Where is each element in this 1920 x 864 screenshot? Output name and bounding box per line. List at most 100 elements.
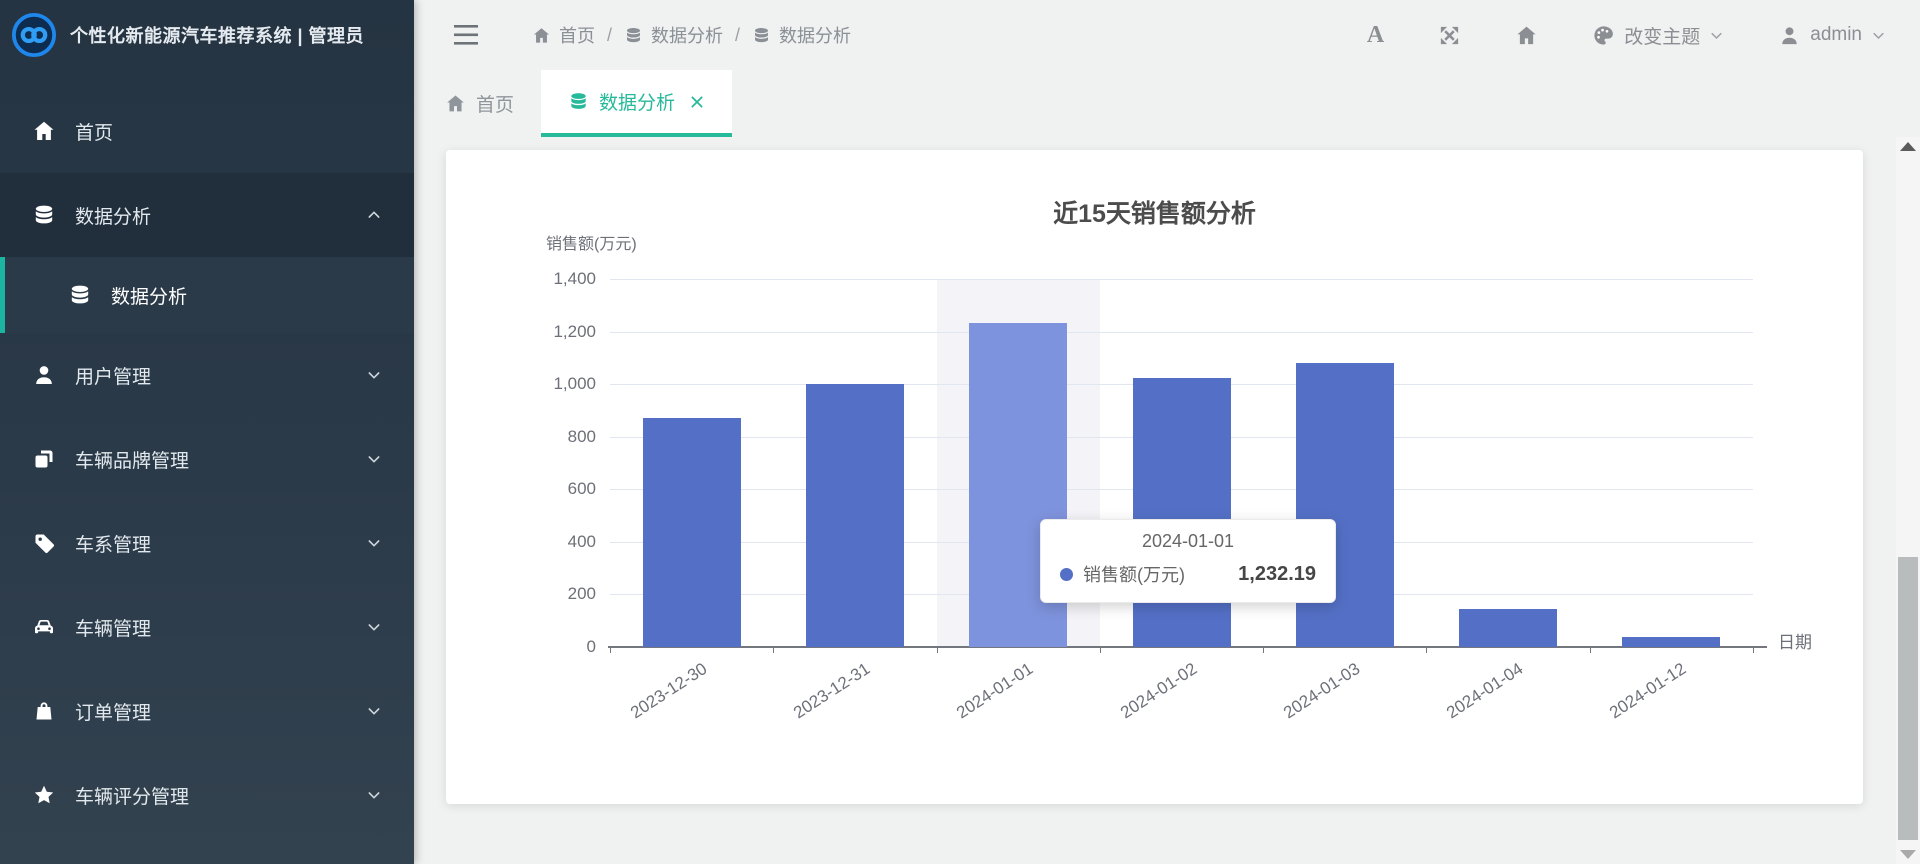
breadcrumb-separator: / xyxy=(735,24,741,45)
tab-data-analysis[interactable]: 数据分析 xyxy=(541,70,733,137)
bar-2024-01-12[interactable] xyxy=(1622,636,1721,647)
user-icon xyxy=(1778,24,1801,47)
vertical-scrollbar xyxy=(1896,137,1920,864)
x-axis-name: 日期 xyxy=(1778,633,1812,652)
scrollbar-thumb[interactable] xyxy=(1898,557,1918,840)
hamburger-menu-icon[interactable] xyxy=(454,25,480,45)
font-size-button[interactable]: A xyxy=(1367,22,1384,49)
sidebar-item-label: 用户管理 xyxy=(75,366,152,388)
breadcrumb-item-data-analysis[interactable]: 数据分析 xyxy=(624,22,723,48)
chevron-down-icon xyxy=(366,787,382,803)
tab-label: 首页 xyxy=(476,95,515,116)
tooltip-row: 销售额(万元) 1,232.19 xyxy=(1060,561,1316,587)
bar-2023-12-30[interactable] xyxy=(642,418,741,647)
database-icon xyxy=(568,91,589,112)
sidebar-item-label: 车辆管理 xyxy=(75,618,152,640)
scroll-up-arrow-icon[interactable] xyxy=(1900,142,1916,151)
x-axis-tick-label: 2024-01-01 xyxy=(953,659,1037,723)
close-icon[interactable] xyxy=(689,94,705,110)
chart-title: 近15天销售额分析 xyxy=(1053,200,1256,228)
y-axis-tick-label: 0 xyxy=(586,637,596,656)
palette-icon xyxy=(1592,24,1615,47)
tab-home[interactable]: 首页 xyxy=(418,70,541,137)
change-theme-button[interactable]: 改变主题 xyxy=(1592,22,1724,49)
car-icon xyxy=(32,615,56,639)
bag-icon xyxy=(32,699,56,723)
gridline xyxy=(610,279,1753,280)
breadcrumb-separator: / xyxy=(607,24,613,45)
x-axis-tick xyxy=(1263,647,1265,653)
y-axis-tick-label: 1,400 xyxy=(553,269,596,288)
sidebar-item-label: 车辆品牌管理 xyxy=(75,450,190,472)
fullscreen-icon xyxy=(1438,24,1461,47)
chevron-down-icon xyxy=(366,451,382,467)
home-button[interactable] xyxy=(1515,24,1538,47)
chevron-down-icon xyxy=(366,703,382,719)
sidebar-item-data-analysis[interactable]: 数据分析 xyxy=(0,173,414,257)
content-area: 近15天销售额分析 销售额(万元) 0 200 400 600 800 1,000 1,20… xyxy=(414,137,1920,864)
sidebar-item-label: 车辆评分管理 xyxy=(75,786,190,808)
logo-infinity-icon xyxy=(11,12,57,58)
breadcrumb-item-home[interactable]: 首页 xyxy=(532,22,595,48)
sidebar-item-label: 车系管理 xyxy=(75,534,152,556)
y-axis-tick-label: 200 xyxy=(567,584,596,604)
x-axis-tick-label: 2024-01-02 xyxy=(1116,659,1200,723)
x-axis-tick xyxy=(610,647,611,653)
x-axis-tick xyxy=(936,647,938,653)
y-axis-tick-label: 400 xyxy=(567,531,596,551)
bar-2023-12-31[interactable] xyxy=(805,384,904,647)
sales-chart: 近15天销售额分析 销售额(万元) 0 200 400 600 800 1,000 1,20… xyxy=(446,150,1863,804)
y-axis-tick-label: 800 xyxy=(567,426,596,446)
user-menu-button[interactable]: admin xyxy=(1778,24,1886,47)
tab-label: 数据分析 xyxy=(599,93,676,114)
sidebar-item-data-analysis-sub[interactable]: 数据分析 xyxy=(0,257,414,333)
series-marker-dot xyxy=(1060,567,1073,581)
chevron-down-icon xyxy=(366,619,382,635)
app-title: 个性化新能源汽车推荐系统 | 管理员 xyxy=(70,26,365,46)
bar-2024-01-03[interactable] xyxy=(1295,363,1394,647)
main-area: 首页 / 数据分析 / 数据分析 A 改变主题 admin 首页 数据分析 近1… xyxy=(414,0,1920,864)
sidebar-item-vehicle-brand-management[interactable]: 车辆品牌管理 xyxy=(0,417,414,501)
scroll-down-arrow-icon[interactable] xyxy=(1900,850,1916,859)
breadcrumb-label: 数据分析 xyxy=(651,26,724,46)
breadcrumb-item-data-analysis[interactable]: 数据分析 xyxy=(752,22,851,48)
database-icon xyxy=(752,26,771,45)
topbar: 首页 / 数据分析 / 数据分析 A 改变主题 admin xyxy=(414,0,1920,70)
sidebar-item-vehicle-rating-management[interactable]: 车辆评分管理 xyxy=(0,753,414,837)
home-icon xyxy=(445,93,466,114)
logo-bar: 个性化新能源汽车推荐系统 | 管理员 xyxy=(0,0,414,70)
app-window: 个性化新能源汽车推荐系统 | 管理员 首页 数据分析 数据分析 用户管理 车辆品牌管理车… xyxy=(0,0,1920,864)
home-icon xyxy=(1515,24,1538,47)
chart-card: 近15天销售额分析 销售额(万元) 0 200 400 600 800 1,000 1,20… xyxy=(446,150,1863,804)
sidebar: 个性化新能源汽车推荐系统 | 管理员 首页数据分析 数据分析用户管理车辆品牌管理车… xyxy=(0,0,414,864)
sidebar-item-label: 订单管理 xyxy=(75,702,152,724)
x-axis-tick-label: 2024-01-03 xyxy=(1279,659,1364,723)
username-label: admin xyxy=(1810,24,1862,45)
tooltip-series-label: 销售额(万元) xyxy=(1083,565,1185,585)
breadcrumb-label: 数据分析 xyxy=(779,26,852,46)
tooltip-value: 1,232.19 xyxy=(1238,562,1316,585)
bar-2024-01-04[interactable] xyxy=(1459,608,1558,647)
y-axis-tick-label: 600 xyxy=(567,479,596,499)
chart-tooltip: 2024-01-01 销售额(万元) 1,232.19 xyxy=(1040,519,1336,603)
x-axis-tick xyxy=(1099,647,1101,653)
sidebar-item-order-management[interactable]: 订单管理 xyxy=(0,669,414,753)
sidebar-item-label: 首页 xyxy=(75,122,114,144)
change-theme-label: 改变主题 xyxy=(1624,26,1701,48)
y-axis-name: 销售额(万元) xyxy=(546,236,637,253)
sidebar-item-home[interactable]: 首页 xyxy=(0,89,414,173)
tabbar: 首页 数据分析 xyxy=(414,70,1920,137)
x-axis-tick-label: 2023-12-31 xyxy=(789,659,874,723)
database-icon xyxy=(68,283,92,307)
x-axis-tick-label: 2024-01-04 xyxy=(1443,659,1527,723)
sidebar-item-vehicle-series-management[interactable]: 车系管理 xyxy=(0,501,414,585)
x-axis-tick xyxy=(1589,647,1591,653)
sidebar-item-vehicle-management[interactable]: 车辆管理 xyxy=(0,585,414,669)
database-icon xyxy=(624,26,643,45)
fullscreen-button[interactable] xyxy=(1438,24,1461,47)
x-axis-tick xyxy=(1426,647,1428,653)
home-icon xyxy=(32,119,56,143)
database-icon xyxy=(32,203,56,227)
bar-2024-01-02[interactable] xyxy=(1132,377,1231,647)
sidebar-item-user-management[interactable]: 用户管理 xyxy=(0,333,414,417)
